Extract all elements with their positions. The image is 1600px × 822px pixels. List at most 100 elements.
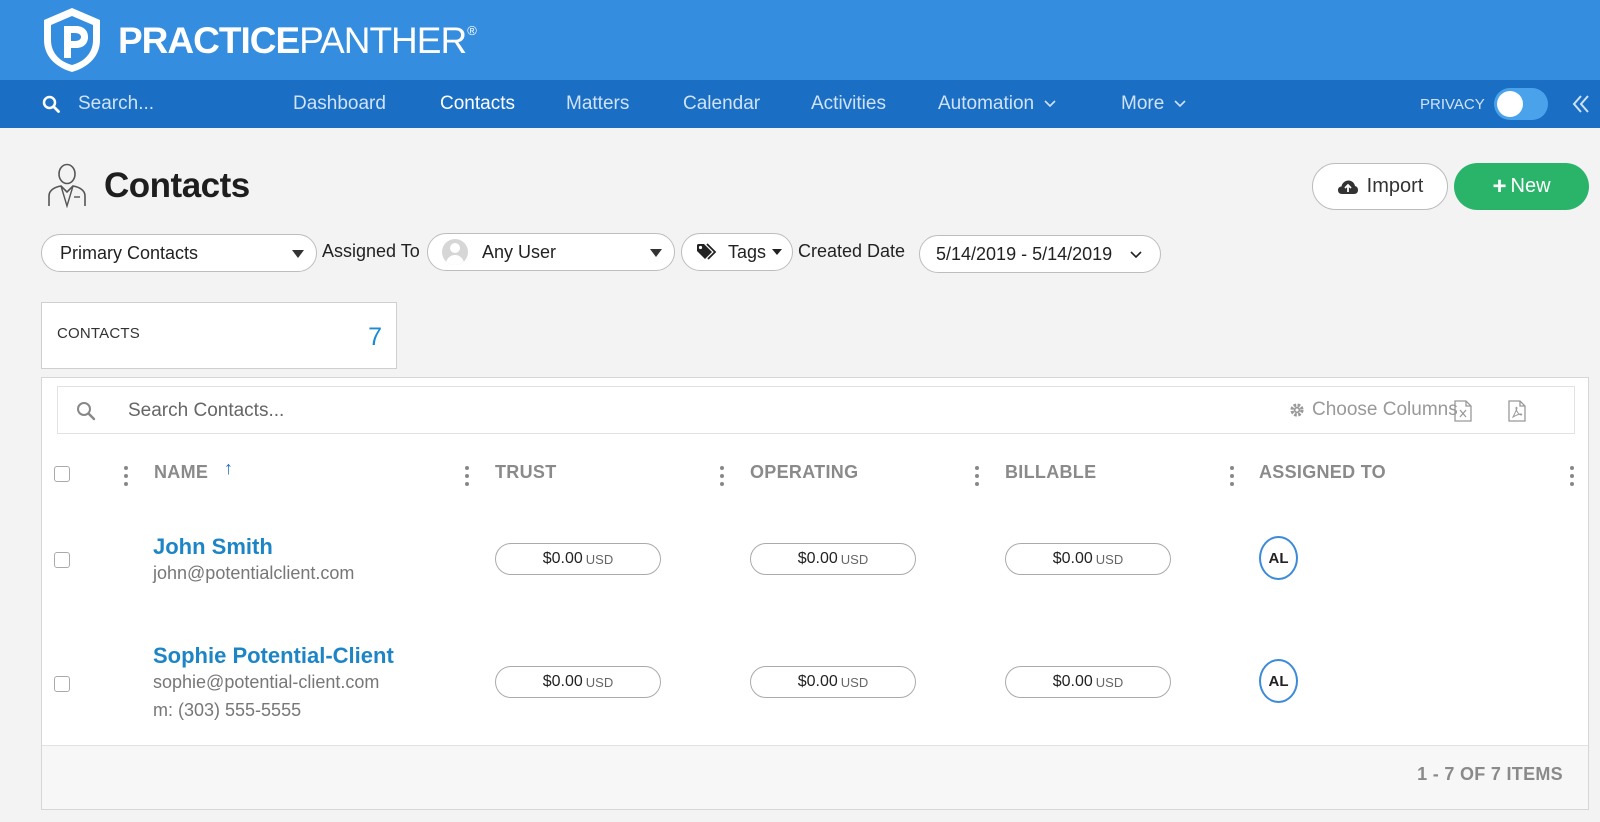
select-all-checkbox[interactable] xyxy=(54,466,70,482)
column-menu-icon[interactable] xyxy=(720,466,724,486)
page-title: Contacts xyxy=(104,166,250,205)
column-menu-icon[interactable] xyxy=(465,466,469,486)
user-avatar-icon xyxy=(442,239,468,265)
column-header-billable[interactable]: BILLABLE xyxy=(1005,462,1096,483)
nav-calendar[interactable]: Calendar xyxy=(683,80,760,128)
main-nav: Search... Dashboard Contacts Matters Cal… xyxy=(0,80,1600,128)
date-range-picker[interactable]: 5/14/2019 - 5/14/2019 xyxy=(919,235,1161,273)
assignee-avatar[interactable]: AL xyxy=(1259,659,1298,703)
currency-label: USD xyxy=(840,551,869,567)
nav-activities[interactable]: Activities xyxy=(811,80,886,128)
contact-email: sophie@potential-client.com xyxy=(153,672,380,692)
operating-amount: $0.00 xyxy=(797,673,838,690)
currency-label: USD xyxy=(1095,674,1124,690)
nav-more-label: More xyxy=(1121,93,1165,114)
brand-name-light: PANTHER xyxy=(299,19,467,61)
caret-down-icon xyxy=(772,249,783,255)
global-search-placeholder: Search... xyxy=(78,93,155,114)
cloud-upload-icon xyxy=(1337,180,1358,194)
billable-amount: $0.00 xyxy=(1052,673,1093,690)
choose-columns-button[interactable]: Choose Columns xyxy=(1288,399,1458,421)
operating-amount: $0.00 xyxy=(797,550,838,567)
operating-balance: $0.00 USD xyxy=(750,543,916,575)
currency-label: USD xyxy=(840,674,869,690)
registered-mark: ® xyxy=(467,22,477,38)
privacy-toggle[interactable] xyxy=(1494,88,1548,120)
pagination-info: 1 - 7 OF 7 ITEMS xyxy=(1417,764,1563,784)
currency-label: USD xyxy=(585,551,614,567)
tags-filter[interactable]: Tags xyxy=(681,233,793,271)
row-checkbox[interactable] xyxy=(54,552,70,568)
nav-dashboard[interactable]: Dashboard xyxy=(293,80,386,128)
column-header-trust[interactable]: TRUST xyxy=(495,462,557,483)
contacts-count-card: CONTACTS 7 xyxy=(41,302,397,369)
choose-columns-label: Choose Columns xyxy=(1312,399,1458,420)
currency-label: USD xyxy=(585,674,614,690)
column-menu-icon[interactable] xyxy=(1230,466,1234,486)
gear-icon xyxy=(1290,403,1304,417)
row-checkbox[interactable] xyxy=(54,676,70,692)
contacts-search-input[interactable]: Search Contacts... xyxy=(128,400,284,422)
contact-type-select[interactable]: Primary Contacts xyxy=(41,234,317,272)
search-icon xyxy=(77,402,96,421)
caret-down-icon xyxy=(650,249,662,257)
contact-email: john@potentialclient.com xyxy=(153,563,355,583)
contact-phone: m: (303) 555-5555 xyxy=(153,700,302,720)
practicepanther-logo[interactable]: PRACTICEPANTHER® xyxy=(38,6,477,74)
assigned-user-value: Any User xyxy=(482,241,557,262)
tags-label: Tags xyxy=(728,241,767,262)
operating-balance: $0.00 USD xyxy=(750,666,916,698)
nav-automation[interactable]: Automation xyxy=(938,80,1056,128)
nav-contacts[interactable]: Contacts xyxy=(440,80,515,128)
column-header-operating[interactable]: OPERATING xyxy=(750,462,858,483)
trust-balance: $0.00 USD xyxy=(495,666,661,698)
new-label: New xyxy=(1510,175,1551,197)
assigned-to-label: Assigned To xyxy=(322,241,420,261)
column-menu-icon[interactable] xyxy=(1570,466,1574,486)
contacts-table-panel: Search Contacts... Choose Columns 1 - 7 … xyxy=(41,377,1589,810)
brand-wordmark: PRACTICEPANTHER® xyxy=(118,19,477,61)
import-button[interactable]: Import xyxy=(1312,163,1448,210)
sort-ascending-icon[interactable]: ↑ xyxy=(224,458,233,479)
chevron-down-icon xyxy=(1174,100,1186,108)
pdf-export-icon[interactable] xyxy=(1508,400,1526,422)
billable-amount: $0.00 xyxy=(1052,550,1093,567)
column-menu-icon[interactable] xyxy=(124,466,128,486)
billable-balance: $0.00 USD xyxy=(1005,666,1171,698)
billable-balance: $0.00 USD xyxy=(1005,543,1171,575)
search-icon xyxy=(42,95,60,113)
table-footer: 1 - 7 OF 7 ITEMS xyxy=(42,745,1588,809)
contacts-count-label: CONTACTS xyxy=(57,325,140,342)
date-range-value: 5/14/2019 - 5/14/2019 xyxy=(936,243,1113,264)
brand-name-bold: PRACTICE xyxy=(118,19,300,61)
created-date-label: Created Date xyxy=(798,241,906,261)
column-menu-icon[interactable] xyxy=(975,466,979,486)
trust-amount: $0.00 xyxy=(542,550,583,567)
trust-balance: $0.00 USD xyxy=(495,543,661,575)
privacy-label: PRIVACY xyxy=(1420,95,1485,113)
nav-more[interactable]: More xyxy=(1121,80,1186,128)
contacts-search-bar: Search Contacts... Choose Columns xyxy=(57,386,1575,434)
column-header-name[interactable]: NAME xyxy=(154,462,208,483)
currency-label: USD xyxy=(1095,551,1124,567)
caret-down-icon xyxy=(292,250,304,258)
double-chevron-left-icon[interactable] xyxy=(1572,94,1590,114)
plus-icon: + xyxy=(1492,172,1507,200)
contact-name-link[interactable]: Sophie Potential-Client xyxy=(153,643,394,669)
assigned-user-select[interactable]: Any User xyxy=(427,233,675,271)
global-search[interactable]: Search... xyxy=(42,80,154,128)
excel-export-icon[interactable] xyxy=(1454,400,1472,422)
contact-name-link[interactable]: John Smith xyxy=(153,534,273,560)
nav-matters[interactable]: Matters xyxy=(566,80,629,128)
column-header-assigned-to[interactable]: ASSIGNED TO xyxy=(1259,462,1386,483)
contacts-count-value: 7 xyxy=(368,323,382,351)
nav-automation-label: Automation xyxy=(938,93,1035,114)
chevron-down-icon xyxy=(1130,251,1142,259)
toggle-knob xyxy=(1497,91,1523,117)
new-button[interactable]: + New xyxy=(1454,163,1589,210)
shield-logo-icon xyxy=(44,8,100,72)
import-label: Import xyxy=(1366,175,1424,197)
tags-icon xyxy=(697,243,717,260)
contact-person-icon xyxy=(48,163,86,208)
assignee-avatar[interactable]: AL xyxy=(1259,536,1298,580)
